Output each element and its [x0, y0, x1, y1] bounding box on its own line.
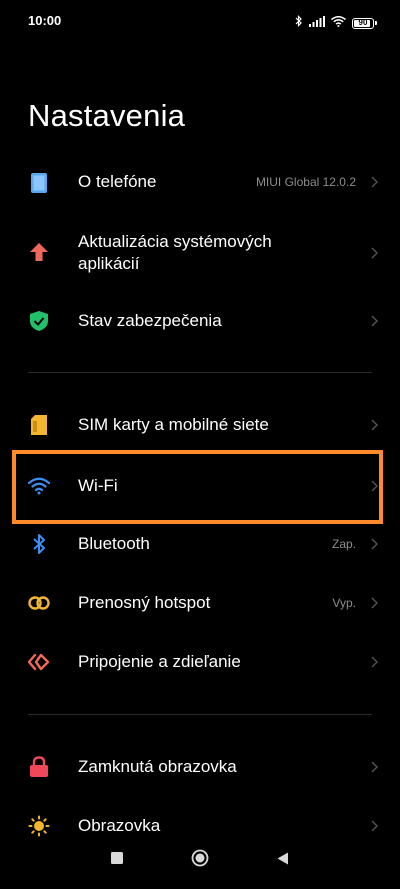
settings-item-label: Aktualizácia systémových aplikácií [78, 232, 272, 273]
chevron-right-icon [368, 655, 380, 669]
chevron-right-icon [368, 418, 380, 432]
status-bar: 10:00 90 [0, 0, 400, 40]
settings-item-label: SIM karty a mobilné siete [78, 415, 269, 434]
battery-percent: 90 [358, 18, 368, 27]
chevron-right-icon [368, 537, 380, 551]
signal-strength-icon [309, 14, 325, 32]
settings-item-value: Zap. [331, 537, 356, 551]
bluetooth-status-icon [295, 14, 303, 32]
settings-item-label: Zamknutá obrazovka [78, 757, 237, 776]
sim-card-icon [26, 412, 52, 438]
chevron-right-icon [368, 314, 380, 328]
settings-item-label: Obrazovka [78, 816, 161, 835]
battery-icon: 90 [352, 17, 377, 29]
hotspot-icon [26, 590, 52, 616]
settings-item-label: O telefóne [78, 172, 157, 191]
wifi-status-icon [331, 14, 346, 32]
arrow-up-icon [26, 239, 52, 265]
settings-item-label: Prenosný hotspot [78, 593, 211, 612]
settings-item-label: Wi-Fi [78, 476, 118, 495]
shield-check-icon [26, 308, 52, 334]
section-divider [28, 372, 372, 373]
chevron-right-icon [368, 819, 380, 833]
settings-item-about-phone[interactable]: O telefóne MIUI Global 12.0.2 [0, 160, 400, 204]
settings-item-app-updates[interactable]: Aktualizácia systémových aplikácií [0, 225, 400, 281]
connection-share-icon [26, 649, 52, 675]
settings-item-security-status[interactable]: Stav zabezpečenia [0, 299, 400, 343]
chevron-right-icon [368, 596, 380, 610]
wifi-icon [26, 473, 52, 499]
settings-item-sim-cards[interactable]: SIM karty a mobilné siete [0, 403, 400, 447]
settings-item-connection-sharing[interactable]: Pripojenie a zdieľanie [0, 640, 400, 684]
home-button[interactable] [185, 843, 215, 873]
settings-item-lock-screen[interactable]: Zamknutá obrazovka [0, 745, 400, 789]
navigation-bar [0, 835, 400, 889]
recent-apps-button[interactable] [102, 843, 132, 873]
chevron-right-icon [368, 760, 380, 774]
settings-item-value: Vyp. [332, 596, 356, 610]
settings-item-hotspot[interactable]: Prenosný hotspot Vyp. [0, 581, 400, 625]
chevron-right-icon [368, 479, 380, 493]
back-button[interactable] [268, 843, 298, 873]
section-divider [28, 714, 372, 715]
settings-item-label: Bluetooth [78, 534, 150, 553]
lock-icon [26, 754, 52, 780]
settings-item-wifi[interactable]: Wi-Fi [0, 464, 400, 508]
chevron-right-icon [368, 175, 380, 189]
settings-item-bluetooth[interactable]: Bluetooth Zap. [0, 522, 400, 566]
settings-item-value: MIUI Global 12.0.2 [255, 175, 356, 189]
settings-item-label: Pripojenie a zdieľanie [78, 652, 241, 671]
page-title: Nastavenia [28, 98, 186, 133]
phone-info-icon [26, 170, 52, 196]
chevron-right-icon [368, 246, 380, 260]
bluetooth-icon [26, 531, 52, 557]
status-time: 10:00 [28, 13, 62, 28]
status-icons: 90 [295, 14, 377, 32]
settings-item-label: Stav zabezpečenia [78, 311, 222, 330]
